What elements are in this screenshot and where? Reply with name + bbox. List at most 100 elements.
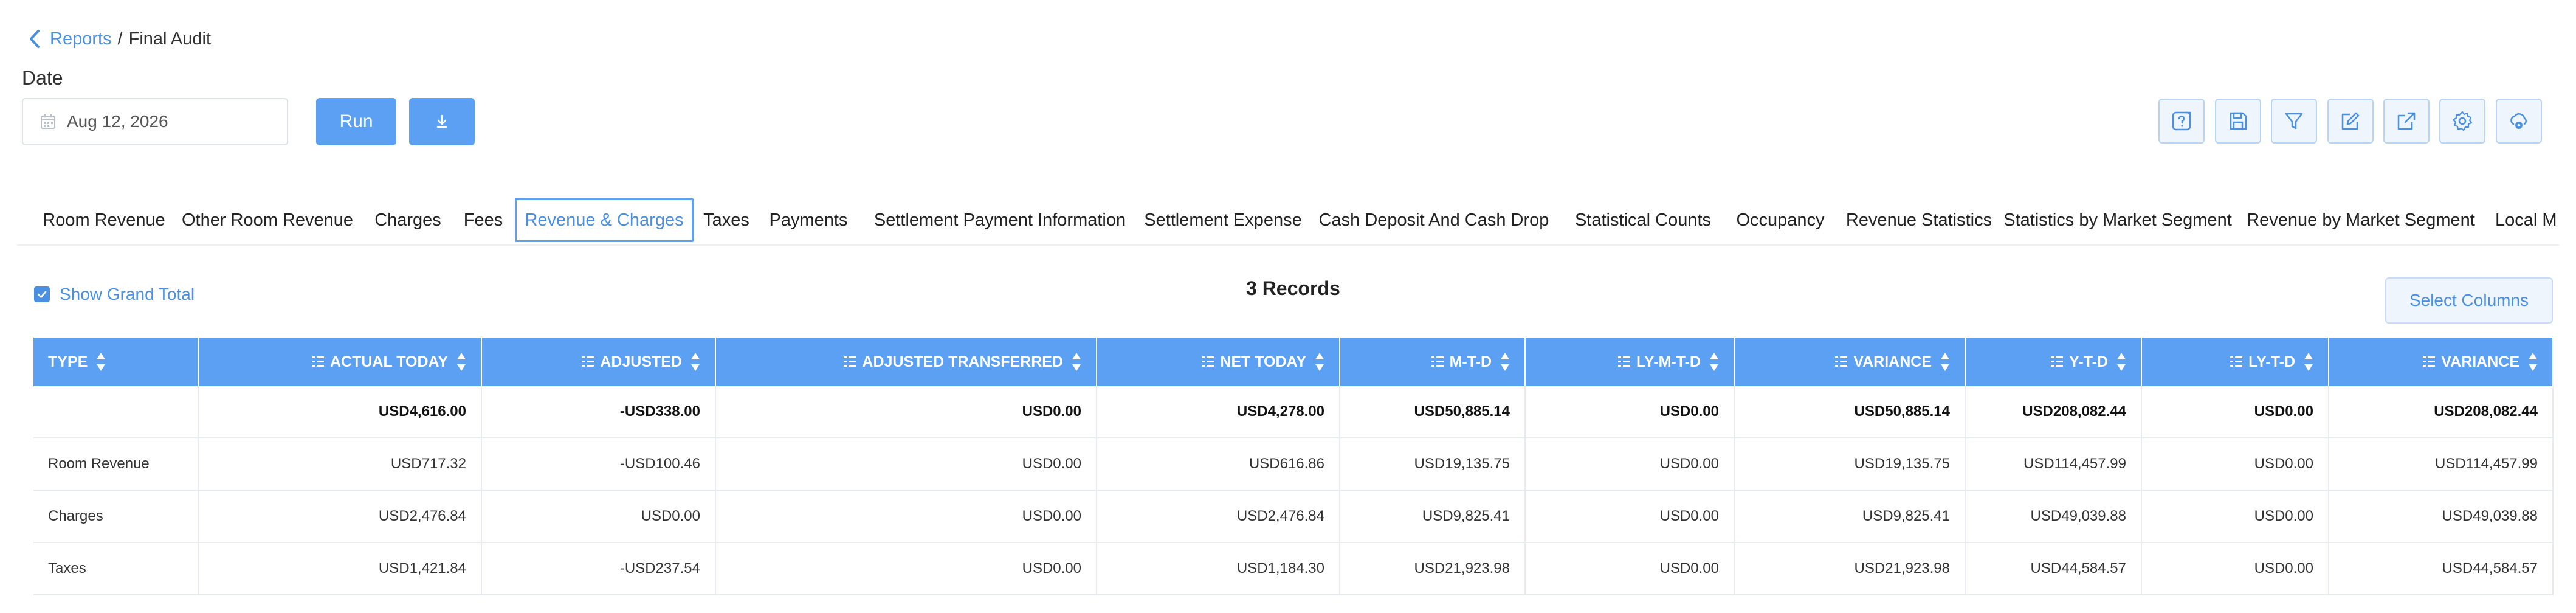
table-cell: USD4,278.00 <box>1097 386 1340 437</box>
table-cell: USD2,476.84 <box>1097 491 1340 542</box>
column-header[interactable]: TYPE <box>33 338 199 386</box>
column-header[interactable]: ADJUSTED <box>482 338 716 386</box>
column-header[interactable]: M-T-D <box>1340 338 1526 386</box>
column-header-label: Y-T-D <box>2069 353 2108 370</box>
column-header-label: LY-T-D <box>2248 353 2295 370</box>
table-cell: USD2,476.84 <box>199 491 482 542</box>
column-header-label: ADJUSTED TRANSFERRED <box>862 353 1063 370</box>
sort-icon[interactable] <box>1709 352 1719 372</box>
sort-icon[interactable] <box>1940 352 1950 372</box>
table-cell: USD0.00 <box>482 491 716 542</box>
column-header-label: M-T-D <box>1449 353 1492 370</box>
records-count: 3 Records <box>1246 277 1340 299</box>
table-header: TYPE ACTUAL TODAY ADJUSTED ADJUSTED TRANSFE… <box>33 338 2554 386</box>
column-header-label: LY-M-T-D <box>1636 353 1701 370</box>
table-cell: USD19,135.75 <box>1340 438 1526 490</box>
edit-button[interactable] <box>2327 99 2374 144</box>
table-cell: USD21,923.98 <box>1340 543 1526 594</box>
sort-icon[interactable] <box>1500 352 1510 372</box>
column-header[interactable]: VARIANCE <box>1735 338 1966 386</box>
sort-icon[interactable] <box>1315 352 1324 372</box>
sort-icon[interactable] <box>1072 352 1081 372</box>
table-cell: USD4,616.00 <box>199 386 482 437</box>
table-cell: USD0.00 <box>2142 491 2329 542</box>
tab-other-room-revenue[interactable]: Other Room Revenue <box>179 198 356 242</box>
sort-icon[interactable] <box>2304 352 2313 372</box>
table-cell: USD0.00 <box>1526 491 1735 542</box>
table-cell: USD19,135.75 <box>1735 438 1966 490</box>
table-cell: USD0.00 <box>716 491 1097 542</box>
table-cell: USD21,923.98 <box>1735 543 1966 594</box>
table-cell: USD0.00 <box>716 386 1097 437</box>
date-input[interactable] <box>66 111 275 132</box>
tab-payments[interactable]: Payments <box>764 198 853 242</box>
tab-settlement-expense[interactable]: Settlement Expense <box>1142 198 1304 242</box>
table-row: Taxes USD1,421.84 -USD237.54 USD0.00 USD1,18… <box>33 543 2554 595</box>
table-cell: USD1,184.30 <box>1097 543 1340 594</box>
tab-divider <box>17 244 2559 246</box>
tab-revenue-by-market-segment[interactable]: Revenue by Market Segment <box>2247 198 2475 242</box>
tab-charges[interactable]: Charges <box>368 198 447 242</box>
download-icon <box>436 114 447 128</box>
filter-button[interactable] <box>2271 99 2317 144</box>
tab-statistics-by-market-segment[interactable]: Statistics by Market Segment <box>2003 198 2232 242</box>
table-cell: USD1,421.84 <box>199 543 482 594</box>
table-cell: USD44,584.57 <box>2329 543 2554 594</box>
download-button[interactable] <box>409 98 475 145</box>
table-cell: USD208,082.44 <box>1966 386 2142 437</box>
column-header[interactable]: LY-T-D <box>2142 338 2329 386</box>
checkbox-checked-icon[interactable] <box>34 286 50 302</box>
show-grand-total-label: Show Grand Total <box>60 285 195 303</box>
sort-icon[interactable] <box>2116 352 2126 372</box>
breadcrumb-separator: / <box>117 29 123 49</box>
tab-revenue-statistics[interactable]: Revenue Statistics <box>1838 198 2000 242</box>
tab-occupancy[interactable]: Occupancy <box>1731 198 1830 242</box>
table-cell: -USD237.54 <box>482 543 716 594</box>
breadcrumb: Reports / Final Audit <box>28 26 211 52</box>
column-options-icon <box>311 356 324 367</box>
tab-revenue-and-charges[interactable]: Revenue & Charges <box>515 198 694 242</box>
tab-settlement-payment-information[interactable]: Settlement Payment Information <box>862 198 1138 242</box>
table-cell <box>33 386 199 437</box>
table-cell: USD0.00 <box>716 438 1097 490</box>
breadcrumb-link-reports[interactable]: Reports <box>50 29 112 49</box>
table-cell: USD0.00 <box>716 543 1097 594</box>
tab-room-revenue[interactable]: Room Revenue <box>36 198 171 242</box>
table-cell: USD0.00 <box>1526 386 1735 437</box>
column-header[interactable]: ACTUAL TODAY <box>199 338 482 386</box>
cloud-settings-button[interactable] <box>2496 99 2542 144</box>
help-report-button[interactable] <box>2158 99 2205 144</box>
table-cell: USD0.00 <box>1526 438 1735 490</box>
table-cell: USD114,457.99 <box>2329 438 2554 490</box>
save-button[interactable] <box>2215 99 2261 144</box>
show-grand-total-toggle[interactable]: Show Grand Total <box>34 285 195 304</box>
settings-button[interactable] <box>2439 99 2485 144</box>
tab-taxes[interactable]: Taxes <box>699 198 754 242</box>
sort-icon[interactable] <box>96 352 106 372</box>
column-header[interactable]: VARIANCE <box>2329 338 2554 386</box>
export-button[interactable] <box>2383 99 2430 144</box>
tab-cash-deposit-and-cash-drop[interactable]: Cash Deposit And Cash Drop <box>1313 198 1555 242</box>
table-cell: USD208,082.44 <box>2329 386 2554 437</box>
chevron-left-icon[interactable] <box>28 29 41 49</box>
table-cell: USD0.00 <box>2142 386 2329 437</box>
column-header[interactable]: ADJUSTED TRANSFERRED <box>716 338 1097 386</box>
sort-icon[interactable] <box>2528 352 2538 372</box>
date-picker[interactable] <box>22 98 288 145</box>
column-header-label: TYPE <box>48 353 88 370</box>
column-header[interactable]: LY-M-T-D <box>1526 338 1735 386</box>
column-header-label: VARIANCE <box>1853 353 1932 370</box>
sort-icon[interactable] <box>456 352 466 372</box>
run-button[interactable]: Run <box>316 98 396 145</box>
select-columns-button[interactable]: Select Columns <box>2385 277 2553 324</box>
report-tabs: Room Revenue Other Room Revenue Charges … <box>0 198 2576 242</box>
sort-icon[interactable] <box>690 352 700 372</box>
tab-fees[interactable]: Fees <box>456 198 510 242</box>
tab-local-m[interactable]: Local M <box>2495 198 2576 242</box>
column-header-label: VARIANCE <box>2441 353 2519 370</box>
table-cell: USD50,885.14 <box>1340 386 1526 437</box>
tab-statistical-counts[interactable]: Statistical Counts <box>1564 198 1722 242</box>
column-header[interactable]: Y-T-D <box>1966 338 2142 386</box>
filter-icon <box>2285 113 2303 130</box>
column-header[interactable]: NET TODAY <box>1097 338 1340 386</box>
